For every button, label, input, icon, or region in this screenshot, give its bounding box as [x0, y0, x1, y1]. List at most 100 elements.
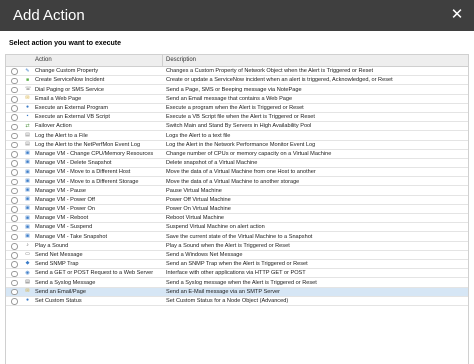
action-description: Play a Sound when the Alert is Triggered… — [166, 242, 290, 249]
row-radio-button[interactable] — [11, 206, 18, 213]
table-row[interactable]: ♪ Play a Sound Play a Sound when the Alert… — [6, 242, 468, 251]
row-radio-button[interactable] — [11, 151, 18, 158]
close-icon[interactable]: ✕ — [450, 7, 464, 22]
action-description: Send an SNMP Trap when the Alert is Trig… — [166, 261, 308, 268]
table-row[interactable]: ✉ Send an Email/Page Send an E-Mail messag… — [6, 287, 468, 297]
action-name: Manage VM - Move to a Different Host — [35, 169, 131, 176]
netmessage-icon: ▭ — [25, 251, 30, 258]
table-row[interactable]: ☏ Dial Paging or SMS Service Send a Page, … — [6, 85, 468, 95]
action-description: Save the current state of the Virtual Ma… — [166, 233, 313, 240]
action-name: Play a Sound — [35, 242, 69, 249]
row-radio-button[interactable] — [11, 288, 18, 296]
table-row[interactable]: ▪ Execute an External VB Script Execute a … — [6, 113, 468, 123]
table-row[interactable]: ● Set Custom Status Set Custom Status for … — [6, 297, 468, 306]
row-radio-button[interactable] — [11, 114, 18, 121]
instruction-label: Select action you want to execute — [9, 40, 122, 47]
table-row[interactable]: ▣ Manage VM - Reboot Reboot Virtual Machin… — [6, 214, 468, 224]
servicenow-icon: ■ — [25, 76, 30, 83]
table-row[interactable]: ▣ Manage VM - Suspend Suspend Virtual Mach… — [6, 223, 468, 233]
row-radio-button[interactable] — [11, 68, 18, 75]
action-description: Suspend Virtual Machine on alert action — [166, 224, 265, 231]
row-radio-button[interactable] — [11, 141, 18, 149]
eventlog-icon: ▤ — [25, 141, 30, 147]
script-icon: ▪ — [26, 113, 29, 120]
row-radio-button[interactable] — [11, 252, 18, 259]
action-table: Action Description ✎ Change Custom Proper… — [5, 54, 469, 364]
action-description: Log the Alert in the Network Performance… — [166, 141, 316, 148]
action-description: Send a Windows Net Message — [166, 252, 243, 259]
row-radio-button[interactable] — [11, 169, 18, 177]
dialog-title: Add Action — [13, 7, 85, 24]
action-name: Send a GET or POST Request to a Web Serv… — [35, 270, 154, 277]
table-row[interactable]: ▣ Manage VM - Move to a Different Host Mov… — [6, 168, 468, 178]
table-row[interactable]: ▭ Send Net Message Send a Windows Net Mess… — [6, 251, 468, 260]
column-header-action[interactable]: Action — [35, 57, 52, 63]
table-row[interactable]: ● Execute an External Program Execute a pr… — [6, 104, 468, 113]
action-description: Delete snapshot of a Virtual Machine — [166, 160, 258, 167]
row-radio-button[interactable] — [11, 279, 18, 287]
action-description: Change number of CPUs or memory capacity… — [166, 150, 332, 157]
vm-icon: ▣ — [25, 177, 30, 184]
table-row[interactable]: ▤ Send a Syslog Message Send a Syslog mess… — [6, 278, 468, 288]
table-row[interactable]: ▣ Manage VM - Move to a Different Storage… — [6, 177, 468, 187]
table-row[interactable]: ◉ Send a GET or POST Request to a Web Ser… — [6, 269, 468, 279]
table-row[interactable]: ▤ Log the Alert to the NetPerfMon Event L… — [6, 141, 468, 150]
row-radio-button[interactable] — [11, 95, 18, 103]
action-name: Log the Alert to a File — [35, 132, 88, 139]
action-description: Send an Email message that contains a We… — [166, 95, 293, 102]
row-radio-button[interactable] — [11, 242, 18, 250]
table-row[interactable]: ▣ Manage VM - Pause Pause Virtual Machine — [6, 186, 468, 196]
table-row[interactable]: ▤ Log the Alert to a File Logs the Alert t… — [6, 131, 468, 141]
table-row[interactable]: ▣ Manage VM - Take Snapshot Save the curre… — [6, 232, 468, 242]
action-description: Reboot Virtual Machine — [166, 215, 225, 222]
action-description: Create or update a ServiceNow incident w… — [166, 77, 393, 84]
row-radio-button[interactable] — [11, 224, 18, 232]
row-radio-button[interactable] — [11, 77, 18, 85]
row-radio-button[interactable] — [11, 132, 18, 140]
table-row[interactable]: ▣ Manage VM - Change CPU/Memory Resources… — [6, 150, 468, 159]
action-description: Send an E-Mail message via an SMTP Serve… — [166, 288, 280, 295]
vm-icon: ▣ — [25, 205, 30, 212]
table-row[interactable]: ■ Create ServiceNow Incident Create or upd… — [6, 76, 468, 86]
sound-icon: ♪ — [26, 242, 29, 249]
web-request-icon: ◉ — [25, 269, 30, 276]
action-name: Manage VM - Power On — [35, 206, 96, 213]
table-row[interactable]: ✉ Email a Web Page Send an Email message t… — [6, 95, 468, 104]
row-radio-button[interactable] — [11, 261, 18, 268]
action-description: Move the data of a Virtual Machine to an… — [166, 178, 300, 185]
vm-icon: ▣ — [25, 232, 30, 239]
row-radio-button[interactable] — [11, 105, 18, 112]
phone-icon: ☏ — [25, 85, 32, 92]
action-name: Email a Web Page — [35, 95, 82, 102]
column-header-description[interactable]: Description — [166, 57, 196, 63]
table-row[interactable]: ◆ Send SNMP Trap Send an SNMP Trap when th… — [6, 260, 468, 270]
action-description: Send a Page, SMS or Beeping message via … — [166, 86, 302, 93]
action-name: Manage VM - Suspend — [35, 224, 93, 231]
action-description: Execute a program when the Alert is Trig… — [166, 105, 304, 112]
table-row[interactable]: ▣ Manage VM - Power On Power On Virtual Ma… — [6, 205, 468, 214]
action-description: Execute a VB Script file when the Alert … — [166, 114, 315, 121]
row-radio-button[interactable] — [11, 86, 18, 94]
email-icon: ✉ — [25, 288, 30, 294]
row-radio-button[interactable] — [11, 233, 18, 241]
action-name: Manage VM - Reboot — [35, 215, 89, 222]
table-row[interactable]: ✎ Change Custom Property Changes a Custom … — [6, 67, 468, 77]
row-radio-button[interactable] — [11, 123, 18, 131]
action-description: Set Custom Status for a Node Object (Adv… — [166, 297, 289, 304]
table-row[interactable]: ▣ Manage VM - Power Off Power Off Virtual … — [6, 196, 468, 205]
email-icon: ✉ — [25, 95, 30, 102]
vm-icon: ▣ — [25, 223, 30, 230]
row-radio-button[interactable] — [11, 197, 18, 204]
row-radio-button[interactable] — [11, 270, 18, 278]
row-radio-button[interactable] — [11, 215, 18, 222]
row-radio-button[interactable] — [11, 178, 18, 186]
row-radio-button[interactable] — [11, 187, 18, 195]
vm-icon: ▣ — [25, 196, 30, 203]
table-row[interactable]: ⇄ Failover Action Switch Main and Stand By… — [6, 122, 468, 132]
action-name: Send a Syslog Message — [35, 279, 96, 286]
action-description: Interface with other applications via HT… — [166, 270, 306, 277]
row-radio-button[interactable] — [11, 298, 18, 305]
table-row[interactable]: ▣ Manage VM - Delete Snapshot Delete snaps… — [6, 159, 468, 169]
action-description: Changes a Custom Property of Network Obj… — [166, 68, 374, 75]
row-radio-button[interactable] — [11, 160, 18, 167]
